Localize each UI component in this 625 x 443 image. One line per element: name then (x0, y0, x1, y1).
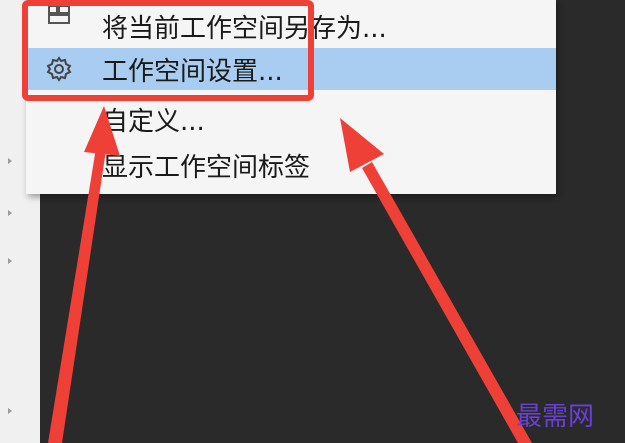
annotation-arrow-left (48, 106, 120, 443)
annotation-arrows (48, 106, 532, 443)
annotation-arrow-right (340, 118, 532, 443)
watermark-logo: 最需网 (516, 402, 595, 432)
